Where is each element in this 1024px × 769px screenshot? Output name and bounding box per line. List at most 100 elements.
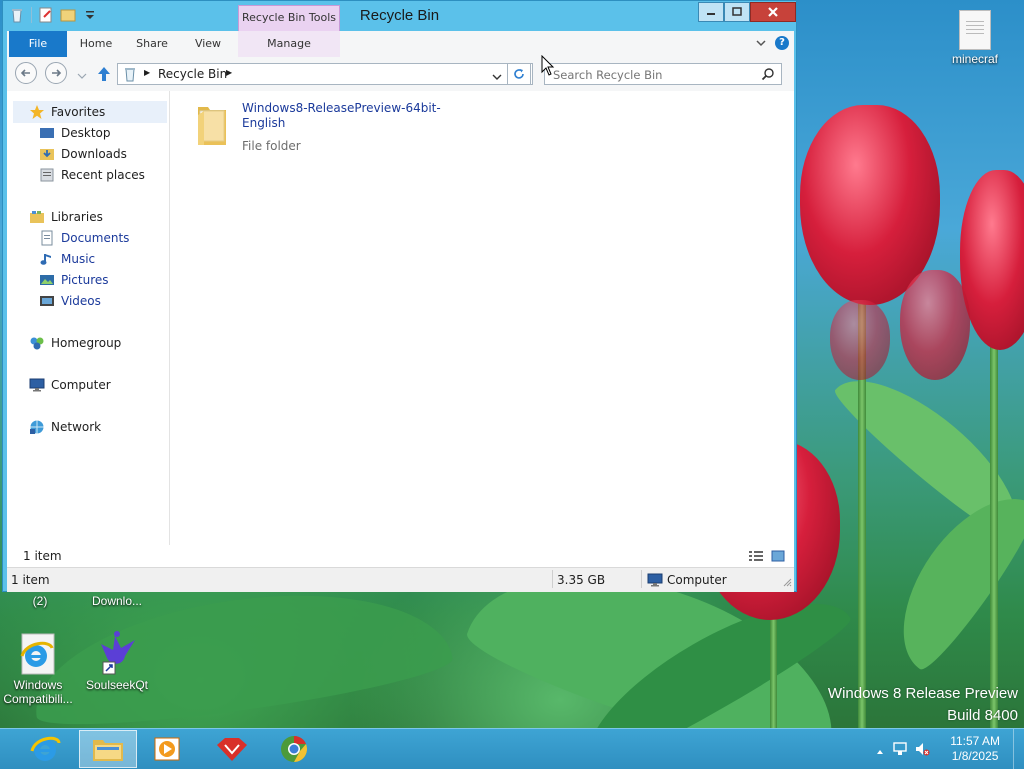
nav-label: Desktop xyxy=(61,126,111,140)
taskbar-media-player[interactable] xyxy=(138,730,196,768)
up-button[interactable] xyxy=(95,65,113,86)
music-icon xyxy=(39,251,55,267)
red-app-icon xyxy=(217,738,247,761)
status-location: Computer xyxy=(667,573,727,587)
show-desktop-button[interactable] xyxy=(1013,729,1024,769)
back-arrow-icon xyxy=(20,69,30,77)
search-input[interactable] xyxy=(551,65,755,85)
taskbar-file-explorer[interactable] xyxy=(79,730,137,768)
desktop-icon xyxy=(39,125,55,141)
libraries-icon xyxy=(29,209,45,225)
address-bar[interactable]: ▶ Recycle Bin ▶ xyxy=(117,63,533,85)
chrome-icon xyxy=(281,736,307,762)
nav-label: Homegroup xyxy=(51,336,122,350)
volume-muted-icon[interactable] xyxy=(914,741,930,760)
desktop-icon-soulseekqt[interactable]: SoulseekQt xyxy=(77,630,157,692)
taskbar: 11:57 AM 1/8/2025 xyxy=(0,728,1024,769)
soulseek-bird-icon xyxy=(93,630,141,676)
taskbar-internet-explorer[interactable] xyxy=(16,730,74,768)
file-name: Windows8-ReleasePreview-64bit-English xyxy=(242,101,441,130)
nav-desktop[interactable]: Desktop xyxy=(39,123,111,143)
desktop-icon-windows-compatibility[interactable]: Windows Compatibili... xyxy=(0,632,78,706)
nav-downloads[interactable]: Downloads xyxy=(39,144,127,164)
status-size: 3.35 GB xyxy=(557,573,606,587)
nav-label: Videos xyxy=(61,294,101,308)
nav-network[interactable]: Network xyxy=(29,417,101,437)
desktop-icon-2[interactable]: (2) xyxy=(0,594,80,608)
nav-computer[interactable]: Computer xyxy=(29,375,111,395)
nav-favorites[interactable]: Favorites xyxy=(29,102,105,122)
nav-documents[interactable]: Documents xyxy=(39,228,129,248)
show-hidden-icons-icon[interactable] xyxy=(876,744,884,758)
recycle-bin-small-icon xyxy=(122,66,138,85)
internet-explorer-icon xyxy=(30,736,61,761)
tab-view[interactable]: View xyxy=(185,31,231,57)
desktop-icon-label: Downlo... xyxy=(91,594,143,608)
help-icon[interactable]: ? xyxy=(775,36,789,50)
desktop-icon-label: minecraf xyxy=(951,52,998,66)
expand-ribbon-icon[interactable] xyxy=(755,37,767,52)
clock-date: 1/8/2025 xyxy=(951,749,999,763)
clock[interactable]: 11:57 AM 1/8/2025 xyxy=(950,734,1000,764)
breadcrumb-separator-icon[interactable]: ▶ xyxy=(226,68,232,77)
minimize-button[interactable] xyxy=(698,2,724,22)
watermark-line2: Build 8400 xyxy=(947,707,1018,724)
search-box[interactable] xyxy=(544,63,782,85)
downloads-icon xyxy=(39,146,55,162)
back-button[interactable] xyxy=(15,62,37,84)
computer-icon xyxy=(647,572,663,591)
network-icon xyxy=(29,419,45,435)
resize-grip-icon[interactable] xyxy=(782,576,792,590)
taskbar-red-app[interactable] xyxy=(203,730,261,768)
nav-libraries[interactable]: Libraries xyxy=(29,207,103,227)
tab-manage[interactable]: Manage xyxy=(238,31,340,57)
recent-places-icon xyxy=(39,167,55,183)
media-player-icon xyxy=(154,737,180,761)
nav-videos[interactable]: Videos xyxy=(39,291,101,311)
nav-pictures[interactable]: Pictures xyxy=(39,270,109,290)
navigation-bar: ▶ Recycle Bin ▶ xyxy=(7,57,794,91)
clock-time: 11:57 AM xyxy=(950,734,1000,748)
up-arrow-icon xyxy=(98,67,110,81)
large-icons-view-icon[interactable] xyxy=(771,549,785,566)
nav-label: Downloads xyxy=(61,147,127,161)
network-tray-icon[interactable] xyxy=(892,741,908,760)
tab-home[interactable]: Home xyxy=(73,31,119,57)
refresh-button[interactable] xyxy=(507,63,531,85)
nav-recent-places[interactable]: Recent places xyxy=(39,165,145,185)
tab-share[interactable]: Share xyxy=(129,31,175,57)
nav-homegroup[interactable]: Homegroup xyxy=(29,333,121,353)
internet-explorer-icon xyxy=(16,632,60,676)
status-bar: 1 item 3.35 GB Computer xyxy=(7,567,794,592)
desktop-icon-downloads[interactable]: Downlo... xyxy=(77,594,157,608)
nav-label: Documents xyxy=(61,231,130,245)
tab-file[interactable]: File xyxy=(9,31,67,57)
star-icon xyxy=(29,104,45,120)
mouse-cursor-icon xyxy=(541,54,555,80)
breadcrumb-recycle-bin[interactable]: Recycle Bin xyxy=(158,67,227,81)
nav-label: Favorites xyxy=(51,105,106,119)
breadcrumb-separator-icon[interactable]: ▶ xyxy=(144,68,150,77)
maximize-icon xyxy=(732,7,742,16)
address-dropdown-icon[interactable] xyxy=(492,70,502,84)
nav-music[interactable]: Music xyxy=(39,249,95,269)
desktop-icon-label: Windows Compatibili... xyxy=(3,678,73,706)
details-status: 1 item xyxy=(7,545,794,567)
file-list: Windows8-ReleasePreview-64bit-English Fi… xyxy=(170,91,794,567)
system-tray: 11:57 AM 1/8/2025 xyxy=(864,729,1024,769)
search-icon[interactable] xyxy=(761,67,775,84)
close-icon xyxy=(768,7,778,17)
desktop-icon-label: SoulseekQt xyxy=(85,678,149,692)
desktop-icon-minecraf[interactable]: minecraf xyxy=(935,10,1015,66)
explorer-body: Favorites Desktop Downloads Recent place… xyxy=(7,91,794,567)
navigation-pane: Favorites Desktop Downloads Recent place… xyxy=(7,91,170,567)
forward-button[interactable] xyxy=(45,62,67,84)
title-bar[interactable]: Recycle Bin Tools Recycle Bin xyxy=(3,1,796,31)
recent-locations-icon[interactable] xyxy=(77,69,87,83)
list-item[interactable]: Windows8-ReleasePreview-64bit-English Fi… xyxy=(190,99,441,153)
details-view-icon[interactable] xyxy=(748,550,764,565)
desktop-icon-label: (2) xyxy=(32,594,48,608)
maximize-button[interactable] xyxy=(724,2,750,22)
close-button[interactable] xyxy=(750,2,796,22)
taskbar-chrome[interactable] xyxy=(265,730,323,768)
